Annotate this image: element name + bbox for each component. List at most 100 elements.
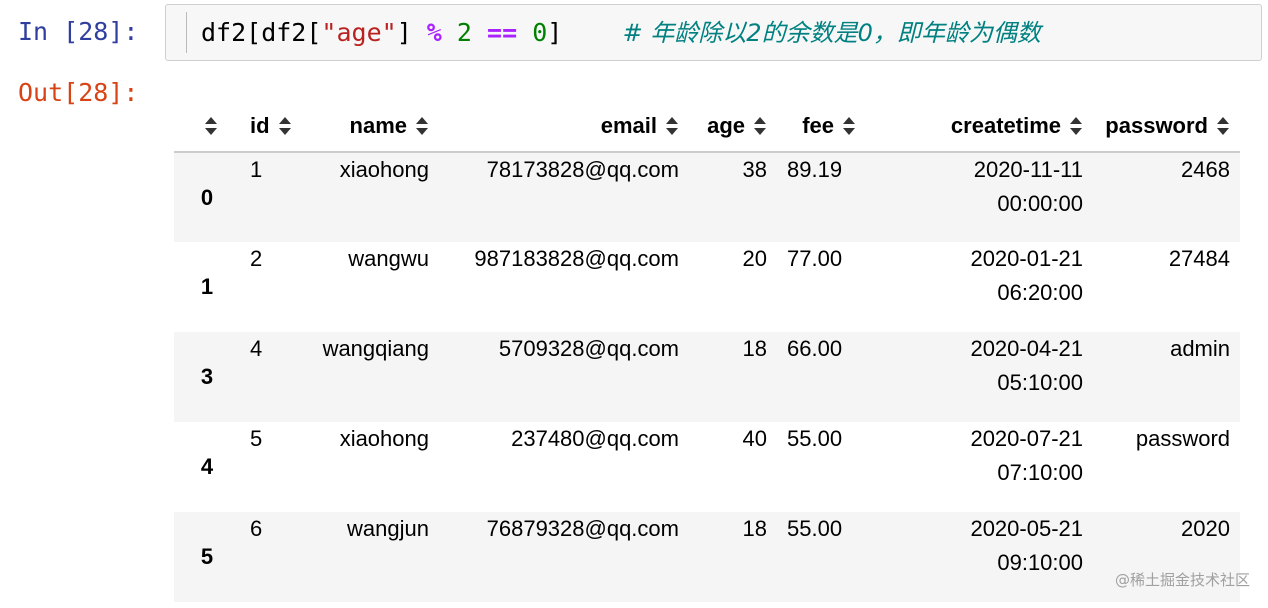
cell-id: 5	[240, 422, 288, 512]
cell-password-text: 2020	[1181, 516, 1230, 541]
row-index: 0	[174, 152, 240, 242]
cell-age: 20	[689, 242, 777, 332]
cell-id-text: 1	[250, 157, 263, 182]
code-line[interactable]: df2[df2["age"] % 2 == 0] # 年龄除以2的余数是0，即年…	[201, 18, 1041, 48]
cell-createtime-text: 07:10:00	[997, 460, 1083, 485]
row-index: 5	[174, 512, 240, 602]
cell-createtime-text: 2020-11-11	[973, 157, 1083, 182]
row-index-text: 0	[200, 184, 214, 210]
cell-name-text: wangqiang	[322, 336, 429, 361]
cell-fee-text: 66.00	[787, 336, 843, 361]
sort-icon[interactable]	[415, 116, 429, 136]
code-text: ]	[396, 18, 427, 47]
cell-email-text: 78173828@qq.com	[486, 157, 679, 182]
column-header-password[interactable]: password	[1093, 100, 1240, 153]
column-header-age[interactable]: age	[689, 100, 777, 153]
cell-fee-text: 55.00	[787, 516, 843, 541]
cell-createtime: 2020-04-21 05:10:00	[866, 332, 1093, 422]
column-header-name[interactable]: name	[288, 100, 439, 153]
column-header-label: email	[600, 112, 657, 138]
column-header-fee[interactable]: fee	[777, 100, 866, 153]
output-prompt: Out[28]:	[18, 78, 139, 107]
cell-id-text: 2	[250, 246, 263, 271]
cell-createtime-text: 2020-07-21	[970, 426, 1083, 451]
cell-id-text: 4	[250, 336, 263, 361]
cell-age-text: 18	[742, 336, 767, 361]
dataframe-table: id name email age fee createtime password 0 1 xi…	[174, 100, 1240, 602]
cell-gutter-line	[186, 12, 187, 53]
sort-icon[interactable]	[842, 116, 856, 136]
code-text: df2[df2[	[201, 18, 322, 47]
cell-age: 18	[689, 512, 777, 602]
column-header-label: name	[349, 112, 407, 138]
column-header-id[interactable]: id	[240, 100, 291, 153]
sort-icon[interactable]	[1216, 116, 1230, 136]
cell-name: wangqiang	[288, 332, 439, 422]
sort-icon[interactable]	[665, 116, 679, 136]
cell-email-text: 5709328@qq.com	[498, 336, 679, 361]
cell-fee: 55.00	[777, 422, 866, 512]
cell-email: 78173828@qq.com	[439, 152, 689, 242]
cell-email: 237480@qq.com	[439, 422, 689, 512]
cell-fee: 89.19	[777, 152, 866, 242]
cell-createtime-text: 2020-05-21	[970, 516, 1083, 541]
cell-age-text: 18	[742, 516, 767, 541]
table-body: 0 1 xiaohong 78173828@qq.com 38 89.19 2020-11-…	[174, 152, 1240, 602]
cell-age-text: 40	[742, 426, 767, 451]
cell-name-text: wangjun	[347, 516, 429, 541]
sort-icon[interactable]	[1069, 116, 1083, 136]
cell-age-text: 38	[742, 157, 767, 182]
column-header-email[interactable]: email	[439, 100, 689, 153]
cell-fee-text: 89.19	[787, 157, 843, 182]
sort-icon[interactable]	[753, 116, 767, 136]
row-index: 3	[174, 332, 240, 422]
cell-email: 5709328@qq.com	[439, 332, 689, 422]
cell-fee: 66.00	[777, 332, 866, 422]
column-header-label: createtime	[950, 112, 1061, 138]
cell-fee-text: 55.00	[787, 426, 843, 451]
row-index-text: 1	[200, 274, 214, 299]
code-number: 0	[532, 18, 548, 47]
cell-createtime-text: 00:00:00	[997, 191, 1083, 216]
code-string: "age"	[321, 18, 397, 47]
cell-password-text: 2468	[1181, 157, 1230, 182]
code-operator: ==	[487, 18, 518, 47]
cell-id: 4	[240, 332, 288, 422]
cell-password: admin	[1093, 332, 1240, 422]
cell-createtime-text: 06:20:00	[997, 280, 1083, 305]
cell-email-text: 76879328@qq.com	[486, 516, 679, 541]
table-row: 3 4 wangqiang 5709328@qq.com 18 66.00 2020-04-…	[174, 332, 1240, 422]
sort-icon[interactable]	[278, 116, 292, 136]
cell-createtime-text: 2020-01-21	[970, 246, 1083, 271]
code-text: ]	[547, 18, 563, 47]
code-cell-input[interactable]: df2[df2["age"] % 2 == 0] # 年龄除以2的余数是0，即年…	[165, 4, 1262, 61]
cell-email: 76879328@qq.com	[439, 512, 689, 602]
cell-age: 38	[689, 152, 777, 242]
code-number: 2	[456, 18, 472, 47]
row-index-text: 5	[200, 544, 214, 569]
cell-password: password	[1093, 422, 1240, 512]
column-header-label: password	[1105, 112, 1208, 138]
cell-email-text: 987183828@qq.com	[474, 246, 679, 271]
sort-icon[interactable]	[204, 116, 218, 136]
table-row: 1 2 wangwu 987183828@qq.com 20 77.00 2020-01-2…	[174, 242, 1240, 332]
watermark: @稀土掘金技术社区	[1114, 571, 1250, 589]
cell-name-text: xiaohong	[339, 426, 429, 451]
cell-password: 27484	[1093, 242, 1240, 332]
row-index-text: 3	[200, 364, 214, 389]
cell-id-text: 6	[250, 516, 263, 541]
table-header-row: id name email age fee createtime password	[174, 100, 1240, 153]
column-header-label: fee	[802, 112, 834, 138]
cell-name: xiaohong	[288, 152, 439, 242]
column-header-createtime[interactable]: createtime	[866, 100, 1093, 153]
cell-createtime-text: 05:10:00	[997, 370, 1083, 395]
cell-createtime: 2020-07-21 07:10:00	[866, 422, 1093, 512]
cell-fee: 55.00	[777, 512, 866, 602]
cell-createtime-text: 09:10:00	[997, 550, 1083, 575]
row-index: 4	[174, 422, 240, 512]
cell-password-text: password	[1135, 426, 1230, 451]
table-row: 5 6 wangjun 76879328@qq.com 18 55.00 2020-05-2…	[174, 512, 1240, 602]
index-header[interactable]	[174, 100, 240, 153]
cell-fee-text: 77.00	[787, 246, 843, 271]
table-row: 0 1 xiaohong 78173828@qq.com 38 89.19 2020-11-…	[174, 152, 1240, 242]
